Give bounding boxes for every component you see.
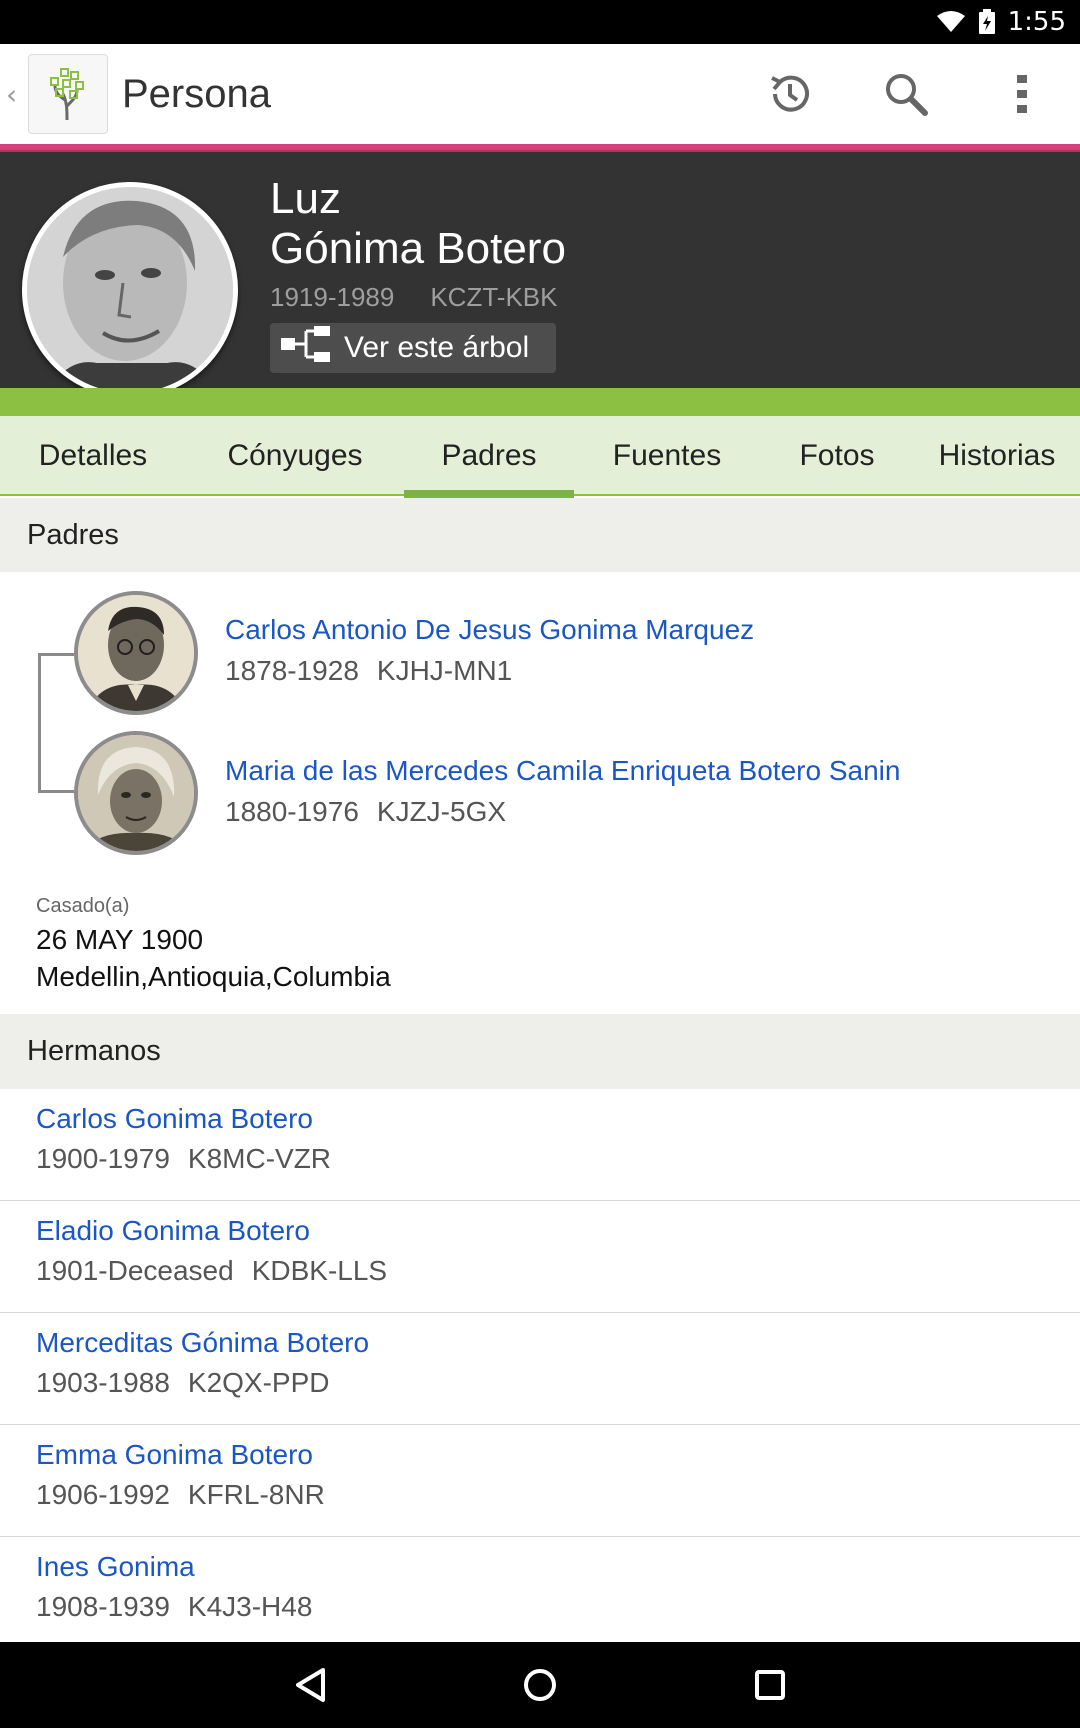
sibling-id: K8MC-VZR: [187, 1143, 332, 1174]
list-item[interactable]: Emma Gonima Botero 1906-1992 KFRL-8NR: [0, 1425, 1080, 1537]
father-name-link[interactable]: Carlos Antonio De Jesus Gonima Marquez: [225, 614, 754, 646]
sibling-lifespan: 1908-1939: [36, 1591, 170, 1622]
more-vert-icon[interactable]: [964, 44, 1080, 144]
nav-back-icon[interactable]: [270, 1645, 350, 1725]
app-bar: ‹ Persona: [0, 44, 1080, 144]
tab-historias[interactable]: Historias: [914, 416, 1080, 496]
list-item[interactable]: Eladio Gonima Botero 1901-Deceased KDBK-…: [0, 1201, 1080, 1313]
view-tree-label: Ver este árbol: [344, 331, 530, 364]
tab-fotos[interactable]: Fotos: [760, 416, 914, 496]
tab-conyuges[interactable]: Cónyuges: [186, 416, 404, 496]
sibling-name-link[interactable]: Merceditas Gónima Botero: [36, 1327, 369, 1359]
sibling-meta: 1901-Deceased KDBK-LLS: [36, 1255, 387, 1287]
father-lifespan: 1878-1928: [225, 655, 359, 686]
person-given-name: Luz: [270, 174, 341, 223]
system-nav-bar: [0, 1642, 1080, 1728]
sibling-meta: 1903-1988 K2QX-PPD: [36, 1367, 330, 1399]
person-header: Luz Gónima Botero 1919-1989 KCZT-KBK Ver…: [0, 152, 1080, 398]
history-icon[interactable]: [732, 44, 848, 144]
sibling-meta: 1908-1939 K4J3-H48: [36, 1591, 312, 1623]
tab-padres[interactable]: Padres: [404, 416, 574, 498]
nav-recents-icon[interactable]: [730, 1645, 810, 1725]
person-surname: Gónima Botero: [270, 224, 566, 273]
sibling-name-link[interactable]: Eladio Gonima Botero: [36, 1215, 310, 1247]
marriage-label: Casado(a): [36, 895, 130, 917]
sibling-lifespan: 1901-Deceased: [36, 1255, 234, 1286]
mother-lifespan: 1880-1976: [225, 796, 359, 827]
list-item[interactable]: Ines Gonima 1908-1939 K4J3-H48: [0, 1537, 1080, 1649]
person-id: KCZT-KBK: [430, 282, 558, 312]
list-item[interactable]: Carlos Gonima Botero 1900-1979 K8MC-VZR: [0, 1089, 1080, 1201]
pedigree-tree-icon: [280, 325, 332, 371]
nav-home-icon[interactable]: [500, 1645, 580, 1725]
sibling-id: K4J3-H48: [187, 1591, 313, 1622]
tab-bar: Detalles Cónyuges Padres Fuentes Fotos H…: [0, 416, 1080, 498]
sibling-lifespan: 1906-1992: [36, 1479, 170, 1510]
sibling-lifespan: 1900-1979: [36, 1143, 170, 1174]
person-lifespan: 1919-1989: [270, 282, 395, 312]
view-tree-button[interactable]: Ver este árbol: [270, 323, 556, 373]
person-portrait[interactable]: [22, 182, 238, 398]
siblings-list: Carlos Gonima Botero 1900-1979 K8MC-VZR …: [0, 1089, 1080, 1649]
sibling-id: K2QX-PPD: [187, 1367, 330, 1398]
siblings-section-header: Hermanos: [0, 1014, 1080, 1089]
sibling-id: KDBK-LLS: [251, 1255, 388, 1286]
familytree-logo-icon[interactable]: [28, 54, 108, 134]
person-meta: 1919-1989 KCZT-KBK: [270, 282, 557, 313]
sibling-name-link[interactable]: Carlos Gonima Botero: [36, 1103, 313, 1135]
sibling-meta: 1906-1992 KFRL-8NR: [36, 1479, 325, 1511]
mother-portrait[interactable]: [74, 731, 198, 855]
marriage-date: 26 MAY 1900: [36, 924, 204, 955]
sibling-lifespan: 1903-1988: [36, 1367, 170, 1398]
header-accent-band: [0, 388, 1080, 416]
father-portrait[interactable]: [74, 591, 198, 715]
tab-detalles[interactable]: Detalles: [0, 416, 186, 496]
mother-id: KJZJ-5GX: [376, 796, 507, 827]
sibling-meta: 1900-1979 K8MC-VZR: [36, 1143, 331, 1175]
parents-section-header: Padres: [0, 498, 1080, 572]
list-item[interactable]: Merceditas Gónima Botero 1903-1988 K2QX-…: [0, 1313, 1080, 1425]
up-chevron-icon[interactable]: ‹: [6, 78, 28, 111]
wifi-icon: [936, 10, 966, 34]
sibling-name-link[interactable]: Ines Gonima: [36, 1551, 195, 1583]
mother-meta: 1880-1976 KJZJ-5GX: [225, 796, 506, 828]
father-id: KJHJ-MN1: [376, 655, 513, 686]
father-meta: 1878-1928 KJHJ-MN1: [225, 655, 512, 687]
tab-fuentes[interactable]: Fuentes: [574, 416, 760, 496]
sibling-name-link[interactable]: Emma Gonima Botero: [36, 1439, 313, 1471]
marriage-place: Medellin,Antioquia,Columbia: [36, 961, 391, 992]
status-bar: 1:55: [0, 0, 1080, 44]
page-title: Persona: [122, 71, 271, 116]
accent-divider: [0, 144, 1080, 152]
status-time: 1:55: [1007, 7, 1066, 37]
app-actions: [732, 44, 1080, 144]
battery-icon: [978, 9, 996, 35]
couple-connector: [38, 653, 74, 793]
sibling-id: KFRL-8NR: [187, 1479, 325, 1510]
mother-name-link[interactable]: Maria de las Mercedes Camila Enriqueta B…: [225, 755, 900, 787]
search-icon[interactable]: [848, 44, 964, 144]
